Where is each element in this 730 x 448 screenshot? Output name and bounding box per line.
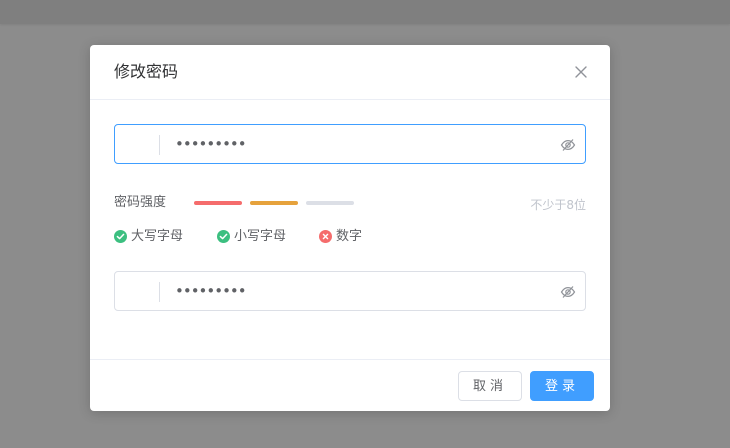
dialog-footer: 取消 登录 (90, 359, 610, 411)
strength-bar-strong (306, 201, 354, 205)
top-bar (0, 0, 730, 24)
strength-bar-medium (250, 201, 298, 205)
eye-hidden-icon[interactable] (560, 137, 576, 153)
error-circle-icon (319, 229, 332, 243)
dialog-header: 修改密码 (90, 45, 610, 100)
close-icon[interactable] (572, 63, 590, 81)
rule-label: 数字 (336, 229, 363, 244)
min-length-hint: 不少于8位 (530, 198, 586, 212)
rule-uppercase: 大写字母 (114, 228, 183, 246)
field-prefix-divider (159, 135, 160, 155)
confirm-password-value: ••••••••• (175, 282, 247, 300)
cancel-button[interactable]: 取消 (458, 371, 522, 401)
rule-number: 数字 (319, 228, 362, 246)
rule-label: 小写字母 (234, 229, 287, 244)
strength-label: 密码强度 (114, 195, 167, 210)
login-button[interactable]: 登录 (530, 371, 594, 401)
password-value: ••••••••• (175, 135, 247, 153)
password-field[interactable]: ••••••••• (114, 124, 586, 164)
rule-label: 大写字母 (131, 229, 184, 244)
change-password-dialog: 修改密码 ••••••••• 密码强度 不少于8位 大写字母 小写字母 数字 •… (90, 45, 610, 411)
dialog-title: 修改密码 (114, 62, 179, 81)
confirm-password-field[interactable]: ••••••••• (114, 271, 586, 311)
check-circle-icon (217, 229, 230, 243)
eye-hidden-icon[interactable] (560, 284, 576, 300)
field-prefix-divider (159, 282, 160, 302)
rule-lowercase: 小写字母 (217, 228, 286, 246)
check-circle-icon (114, 229, 127, 243)
strength-bar-weak (194, 201, 242, 205)
